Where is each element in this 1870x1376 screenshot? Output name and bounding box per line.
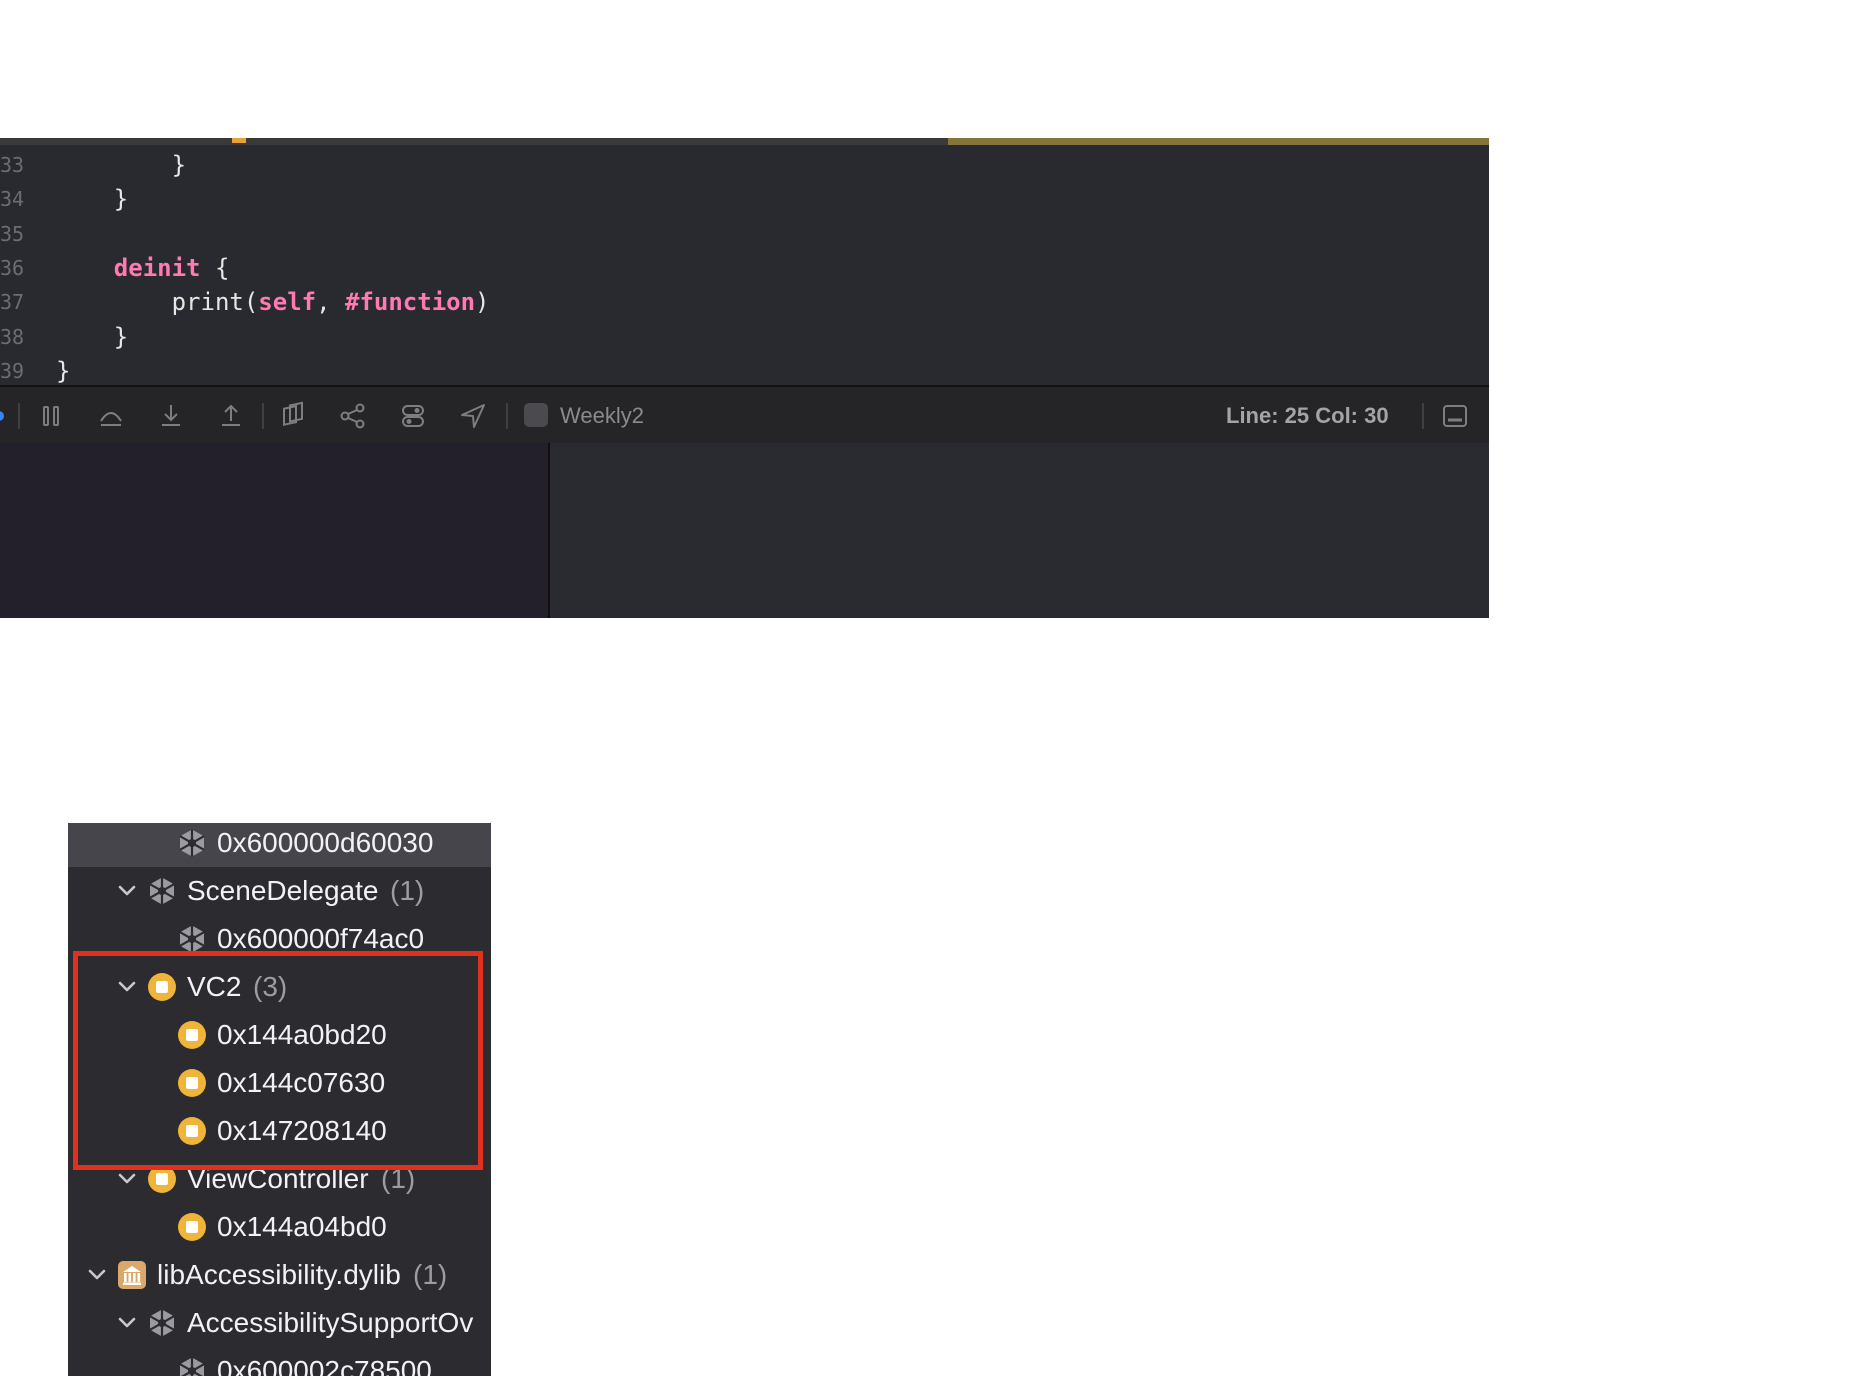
app-icon bbox=[524, 403, 548, 427]
debug-bar-separator bbox=[506, 403, 508, 429]
view-hierarchy-icon[interactable] bbox=[278, 401, 308, 431]
code-token: , bbox=[316, 288, 345, 317]
memory-graph-row-label: AccessibilitySupportOv bbox=[187, 1307, 474, 1338]
console-view[interactable] bbox=[550, 443, 1489, 618]
chevron-down-icon[interactable] bbox=[116, 1312, 138, 1334]
line-number: 39 bbox=[0, 358, 25, 383]
code-token: print( bbox=[56, 288, 259, 317]
line-number: 34 bbox=[0, 187, 25, 212]
memory-graph-row[interactable]: SceneDelegate (1) bbox=[68, 867, 491, 915]
step-into-icon[interactable] bbox=[156, 401, 186, 431]
memory-graph-row[interactable]: 0x600002c78500 bbox=[68, 1347, 491, 1376]
memory-graph-row[interactable]: libAccessibility.dylib (1) bbox=[68, 1251, 491, 1299]
memory-graph-row[interactable]: 0x144a04bd0 bbox=[68, 1203, 491, 1251]
environment-overrides-icon[interactable] bbox=[398, 401, 428, 431]
memory-graph-row-label: 0x600002c78500 bbox=[217, 1355, 432, 1376]
line-number: 36 bbox=[0, 255, 25, 280]
line-text: print(self, #function) bbox=[56, 285, 490, 319]
chevron-down-icon[interactable] bbox=[116, 1168, 138, 1190]
instance-count: (1) bbox=[413, 1259, 448, 1290]
line-text: deinit { bbox=[56, 251, 230, 285]
debug-bar: Weekly2 Line: 25 Col: 30 bbox=[0, 385, 1489, 447]
modified-marker bbox=[232, 138, 246, 143]
cursor-position: Line: 25 Col: 30 bbox=[1226, 403, 1389, 428]
line-text: } bbox=[56, 322, 129, 351]
memory-graph-row-label: 0x144a04bd0 bbox=[217, 1211, 387, 1242]
library-icon bbox=[118, 1261, 146, 1289]
class-icon bbox=[178, 1213, 206, 1241]
scheme-name[interactable]: Weekly2 bbox=[560, 401, 644, 431]
code-editor: 33 } 34 } 35 36 deinit {37 print(self, #fun… bbox=[0, 138, 1489, 618]
memory-graph-row[interactable]: 0x600000d60030 bbox=[68, 823, 491, 867]
memory-graph-row[interactable]: AccessibilitySupportOv bbox=[68, 1299, 491, 1347]
breakpoints-indicator[interactable] bbox=[0, 411, 4, 421]
code-token: { bbox=[200, 253, 230, 282]
struct-icon bbox=[149, 877, 175, 905]
struct-icon bbox=[149, 1309, 175, 1337]
struct-icon bbox=[179, 1357, 205, 1376]
line-text: } bbox=[56, 356, 71, 385]
line-number: 38 bbox=[0, 324, 25, 349]
debug-bar-separator bbox=[262, 403, 264, 429]
pause-icon[interactable] bbox=[36, 401, 66, 431]
step-out-icon[interactable] bbox=[216, 401, 246, 431]
struct-icon bbox=[179, 829, 205, 857]
editor-tab-bar-edge bbox=[0, 138, 1489, 145]
line-text: } bbox=[56, 185, 129, 214]
line-number: 35 bbox=[0, 221, 25, 246]
keyword-token: deinit bbox=[113, 253, 201, 282]
keyword-token: #function bbox=[345, 288, 476, 317]
chevron-down-icon[interactable] bbox=[86, 1264, 108, 1286]
variables-view bbox=[0, 443, 548, 618]
keyword-token: self bbox=[258, 288, 317, 317]
line-text: } bbox=[56, 151, 187, 179]
memory-graph-icon[interactable] bbox=[338, 401, 368, 431]
line-number: 33 bbox=[0, 153, 25, 177]
debug-bar-separator bbox=[1422, 403, 1424, 429]
step-over-icon[interactable] bbox=[96, 401, 126, 431]
chevron-down-icon[interactable] bbox=[116, 880, 138, 902]
code-token: ) bbox=[475, 288, 490, 317]
memory-graph-row-label: 0x600000d60030 bbox=[217, 827, 434, 858]
line-number: 37 bbox=[0, 290, 25, 315]
memory-graph-row-label: SceneDelegate bbox=[187, 875, 379, 906]
simulate-location-icon[interactable] bbox=[458, 401, 488, 431]
toggle-console-icon[interactable] bbox=[1440, 401, 1470, 431]
vc2-highlight-box bbox=[73, 951, 483, 1170]
debug-bar-separator bbox=[18, 403, 20, 429]
struct-icon bbox=[179, 925, 205, 953]
memory-graph-row-label: libAccessibility.dylib bbox=[157, 1259, 401, 1290]
issue-banner-edge bbox=[948, 138, 1489, 145]
instance-count: (1) bbox=[390, 875, 425, 906]
